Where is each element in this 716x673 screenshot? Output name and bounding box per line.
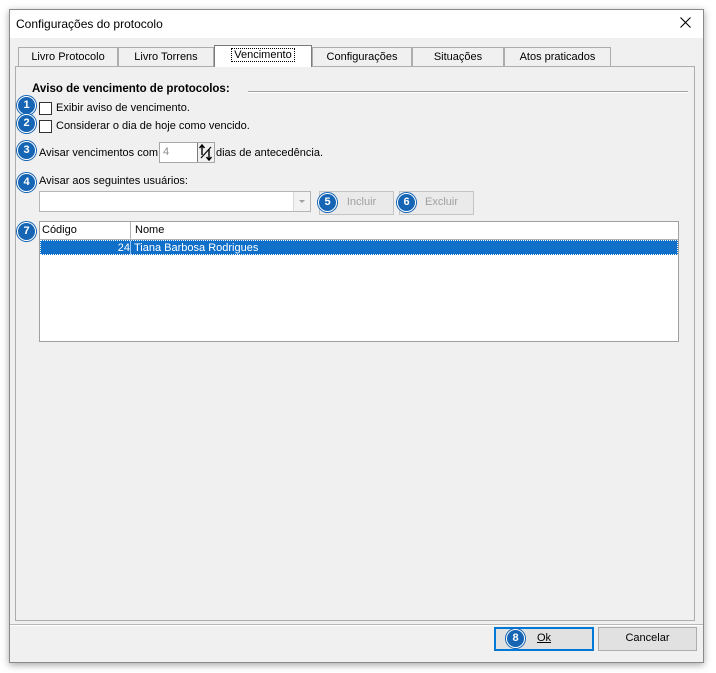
table-row[interactable]: 24 Tiana Barbosa Rodrigues [40, 240, 678, 255]
tab-situacoes[interactable]: Situações [412, 47, 504, 67]
badge-7: 7 [17, 222, 36, 241]
window-title: Configurações do protocolo [16, 17, 163, 31]
grid-header: Código Nome [40, 222, 678, 240]
tab-atos-praticados[interactable]: Atos praticados [504, 47, 611, 67]
dias-antecedencia-stepper[interactable]: 4 [159, 142, 215, 163]
tab-vencimento[interactable]: Vencimento [214, 45, 312, 67]
tab-configuracoes[interactable]: Configurações [312, 47, 412, 67]
close-button[interactable] [669, 10, 703, 36]
tab-panel-vencimento: Aviso de vencimento de protocolos: 1 Exi… [15, 66, 695, 621]
badge-6: 6 [397, 193, 416, 212]
cell-nome: Tiana Barbosa Rodrigues [134, 242, 259, 254]
cell-codigo: 24 [41, 241, 131, 255]
avisar-prefix-label: Avisar vencimentos com [39, 147, 159, 159]
dialog-window: Configurações do protocolo Livro Protoco… [9, 9, 704, 663]
tab-livro-protocolo[interactable]: Livro Protocolo [18, 47, 118, 67]
dias-antecedencia-value: 4 [163, 146, 170, 158]
usuarios-grid[interactable]: Código Nome 24 Tiana Barbosa Rodrigues [39, 221, 679, 342]
badge-8: 8 [506, 629, 525, 648]
section-divider [248, 91, 688, 93]
badge-1: 1 [17, 96, 36, 115]
considerar-hoje-checkbox[interactable] [39, 120, 52, 133]
column-header-codigo[interactable]: Código [40, 222, 131, 239]
exibir-aviso-label[interactable]: Exibir aviso de vencimento. [56, 102, 190, 114]
close-icon [680, 17, 691, 28]
spin-arrows-icon [198, 143, 213, 162]
badge-2: 2 [17, 114, 36, 133]
considerar-hoje-label[interactable]: Considerar o dia de hoje como vencido. [56, 120, 250, 132]
badge-4: 4 [17, 173, 36, 192]
footer-divider [10, 624, 703, 626]
badge-5: 5 [318, 193, 337, 212]
tab-livro-torrens[interactable]: Livro Torrens [118, 47, 214, 67]
exibir-aviso-checkbox[interactable] [39, 102, 52, 115]
avisar-suffix-label: dias de antecedência. [216, 147, 324, 159]
stepper-button[interactable] [197, 143, 214, 162]
usuarios-combobox[interactable] [39, 191, 311, 212]
chevron-down-icon [299, 200, 305, 203]
cancelar-button[interactable]: Cancelar [598, 627, 697, 651]
column-header-nome[interactable]: Nome [133, 222, 335, 239]
badge-3: 3 [17, 141, 36, 160]
combo-dropdown-button[interactable] [293, 192, 310, 211]
title-bar[interactable]: Configurações do protocolo [10, 10, 703, 38]
section-title: Aviso de vencimento de protocolos: [32, 83, 230, 95]
usuarios-label: Avisar aos seguintes usuários: [39, 175, 188, 187]
